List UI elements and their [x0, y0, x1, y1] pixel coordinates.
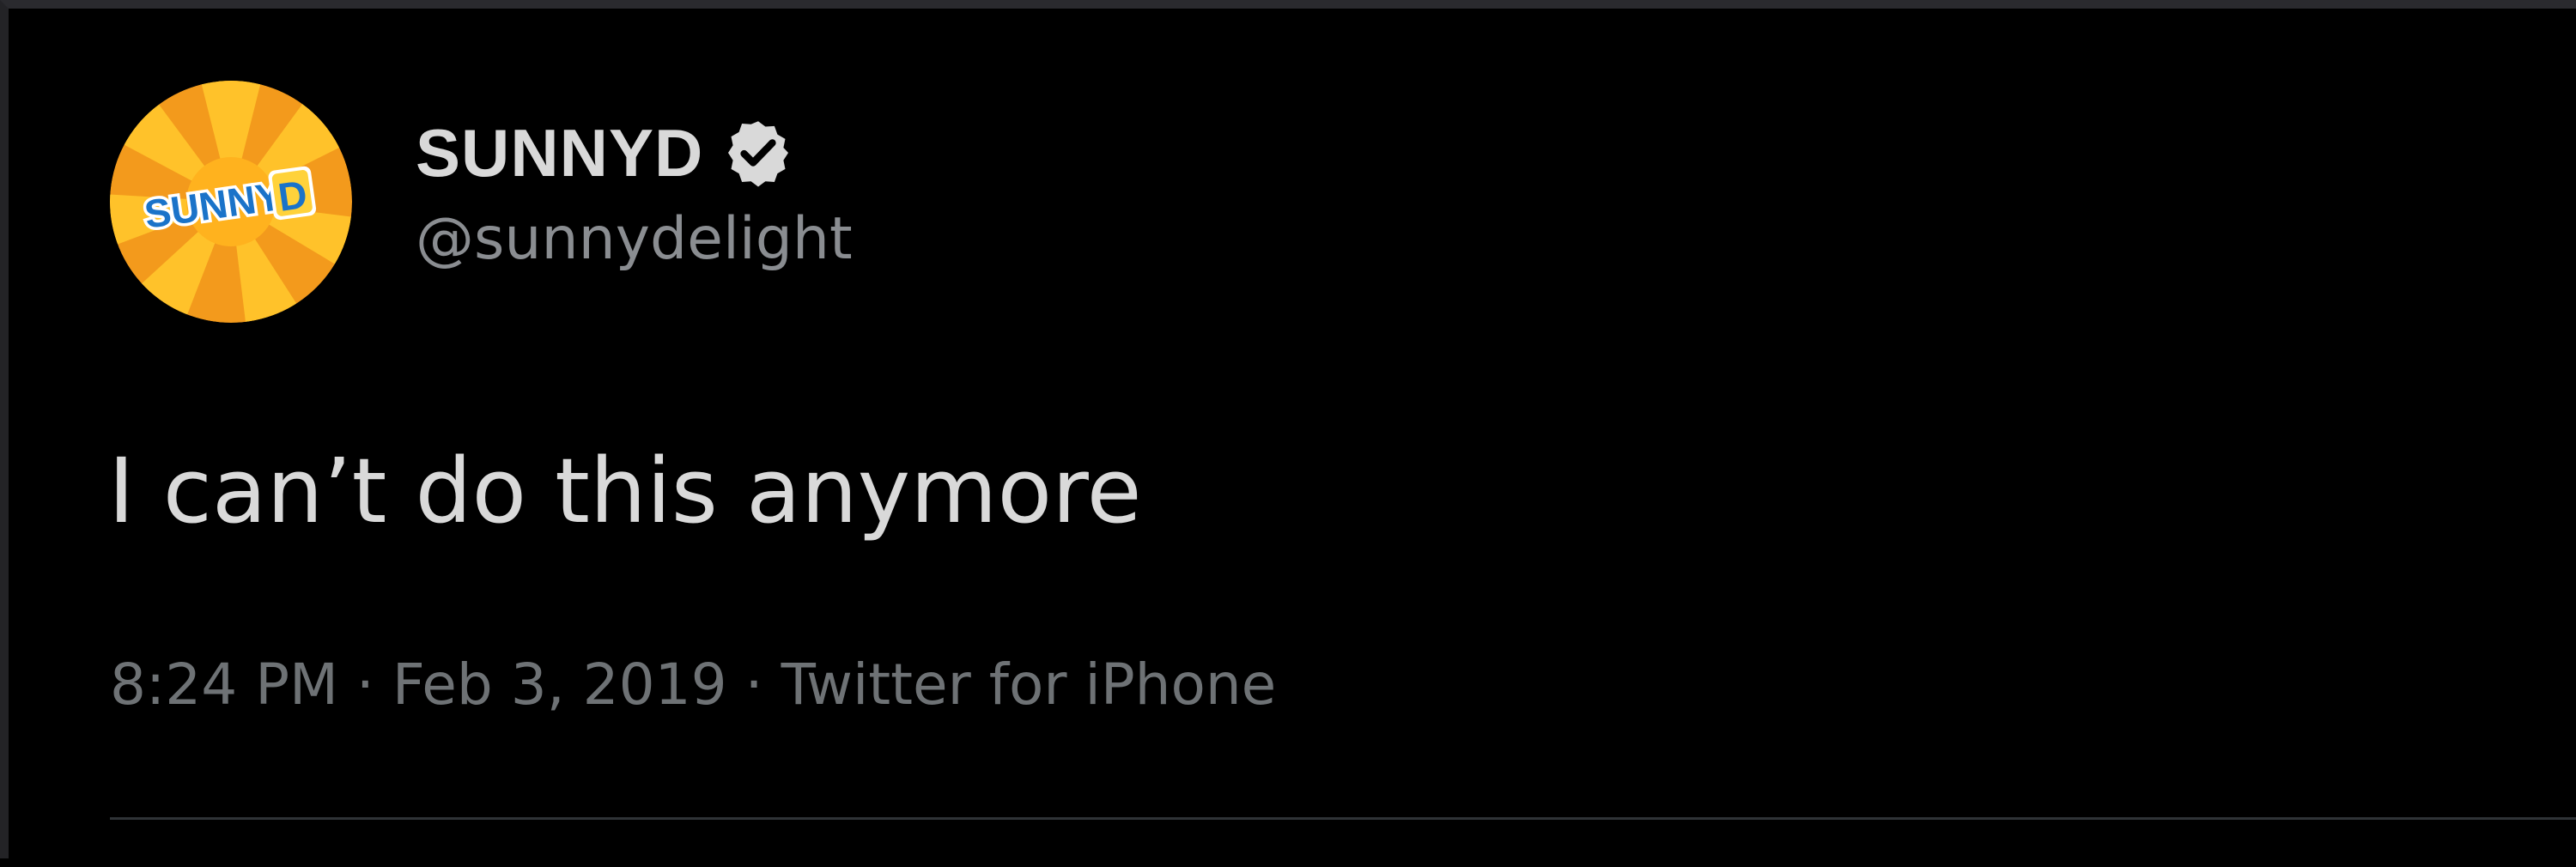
avatar[interactable]: SUNNY D	[110, 81, 352, 323]
user-name-row: SUNNYD	[416, 110, 794, 196]
meta-separator: ·	[337, 652, 392, 718]
display-name[interactable]: SUNNYD	[416, 119, 703, 186]
tweet-card: SUNNY D SUNNYD @sunnydelight I can’t do …	[9, 9, 2576, 867]
tweet-source[interactable]: Twitter for iPhone	[781, 652, 1277, 718]
tweet-date[interactable]: Feb 3, 2019	[392, 652, 727, 718]
tweet-meta: 8:24 PM · Feb 3, 2019 · Twitter for iPho…	[110, 651, 1276, 718]
tweet-frame: SUNNY D SUNNYD @sunnydelight I can’t do …	[0, 0, 2576, 858]
verified-badge-icon	[722, 117, 794, 189]
user-handle[interactable]: @sunnydelight	[416, 207, 853, 272]
tweet-text: I can’t do this anymore	[108, 439, 1142, 543]
divider	[110, 817, 2576, 820]
sunnyd-logo-icon: SUNNY D	[110, 81, 352, 323]
tweet-time[interactable]: 8:24 PM	[110, 652, 338, 718]
meta-separator: ·	[726, 652, 781, 718]
